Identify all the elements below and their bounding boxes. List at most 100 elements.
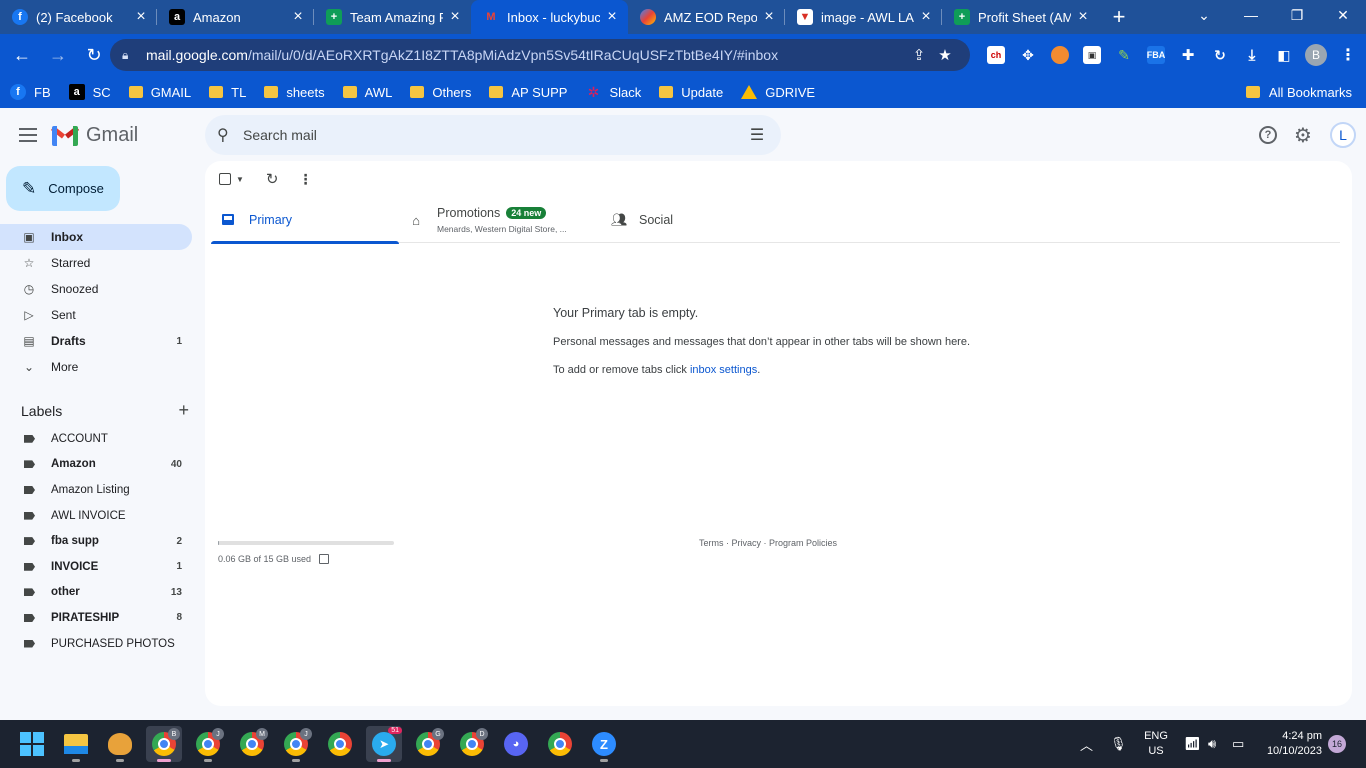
url-text[interactable]: mail.google.com/mail/u/0/d/AEoRXRTgAkZ1I… xyxy=(146,47,906,63)
label-item-purchased-photos[interactable]: PURCHASED PHOTOS xyxy=(0,631,192,657)
telegram-app[interactable]: ➤ 51 xyxy=(366,726,402,762)
bookmark-fb[interactable]: f FB xyxy=(10,84,51,100)
notification-count-badge[interactable]: 16 xyxy=(1328,735,1346,753)
close-window-button[interactable]: ✕ xyxy=(1320,0,1366,30)
label-item-other[interactable]: other 13 xyxy=(0,580,192,606)
reload-icon[interactable]: ↻ xyxy=(78,39,110,71)
nav-item-drafts[interactable]: ▤ Drafts 1 xyxy=(0,328,192,354)
label-item-invoice[interactable]: INVOICE 1 xyxy=(0,554,192,580)
discord-app[interactable]: ◕ xyxy=(498,726,534,762)
nav-item-snoozed[interactable]: ◷ Snoozed xyxy=(0,276,192,302)
compose-button[interactable]: ✎ Compose xyxy=(6,166,120,211)
close-icon[interactable]: × xyxy=(918,8,934,26)
all-bookmarks[interactable]: All Bookmarks xyxy=(1245,76,1352,108)
label-item-amazon-listing[interactable]: Amazon Listing xyxy=(0,477,192,503)
bookmark-slack[interactable]: ✲ Slack xyxy=(585,84,642,100)
download-icon[interactable]: ⤓ xyxy=(1236,39,1268,71)
profile-avatar[interactable]: B xyxy=(1300,39,1332,71)
tab-promotions[interactable]: ⌂ Promotions 24 new Menards, Western Dig… xyxy=(399,197,601,243)
microphone-icon[interactable]: 🎙︎ xyxy=(1110,720,1127,768)
bookmark-folder-sheets[interactable]: sheets xyxy=(264,85,325,100)
back-arrow-icon[interactable]: ← xyxy=(6,39,38,71)
file-explorer-app[interactable] xyxy=(58,726,94,762)
select-all-checkbox[interactable] xyxy=(219,173,231,185)
refresh-icon[interactable]: ↻ xyxy=(266,170,279,188)
privacy-link[interactable]: Privacy xyxy=(732,538,762,548)
search-icon[interactable]: ⚲ xyxy=(217,125,241,145)
chrome-app-2[interactable] xyxy=(542,726,578,762)
terms-link[interactable]: Terms xyxy=(699,538,724,548)
browser-tab-amz-eod[interactable]: AMZ EOD Repor × xyxy=(628,0,785,34)
bookmark-folder-gmail[interactable]: GMAIL xyxy=(128,85,191,100)
nav-item-more[interactable]: ⌄ More xyxy=(0,354,192,380)
tab-social[interactable]: 👥︎ Social xyxy=(601,197,789,243)
zoom-app[interactable]: Z xyxy=(586,726,622,762)
chrome-profile-j2-app[interactable]: J xyxy=(278,726,314,762)
account-avatar[interactable]: L xyxy=(1330,122,1356,148)
close-icon[interactable]: × xyxy=(1075,8,1091,26)
browser-tab-gmail-inbox[interactable]: M Inbox - luckybuc × xyxy=(471,0,628,34)
browser-tab-profit-sheet[interactable]: + Profit Sheet (AM × xyxy=(942,0,1099,34)
input-language[interactable]: ENG US xyxy=(1136,729,1176,759)
help-icon[interactable]: ? xyxy=(1256,123,1280,147)
tray-overflow-chevron-icon[interactable]: ︿ xyxy=(1080,720,1093,768)
extension-1-icon[interactable]: ch xyxy=(980,39,1012,71)
add-label-icon[interactable]: + xyxy=(178,400,189,421)
forward-arrow-icon[interactable]: → xyxy=(42,39,74,71)
chrome-profile-m-app[interactable]: M xyxy=(234,726,270,762)
nav-item-starred[interactable]: ☆ Starred xyxy=(0,250,192,276)
start-button[interactable] xyxy=(14,726,50,762)
nav-item-sent[interactable]: ▷ Sent xyxy=(0,302,192,328)
search-input[interactable] xyxy=(243,127,745,143)
chrome-app[interactable] xyxy=(322,726,358,762)
label-item-account[interactable]: ACCOUNT xyxy=(0,426,192,452)
bookmark-folder-awl[interactable]: AWL xyxy=(342,85,392,100)
label-item-fba-supp[interactable]: fba supp 2 xyxy=(0,528,192,554)
restore-button[interactable]: ❐ xyxy=(1274,0,1320,30)
bookmark-folder-others[interactable]: Others xyxy=(410,85,471,100)
browser-tab-amazon[interactable]: a Amazon × xyxy=(157,0,314,34)
close-icon[interactable]: × xyxy=(761,8,777,26)
open-external-icon[interactable] xyxy=(319,554,330,564)
fba-extension-icon[interactable]: FBA xyxy=(1140,39,1172,71)
system-clock[interactable]: 4:24 pm 10/10/2023 xyxy=(1258,729,1322,759)
bookmark-folder-update[interactable]: Update xyxy=(659,85,723,100)
nav-item-inbox[interactable]: ▣ Inbox xyxy=(0,224,192,250)
extension-2-icon[interactable]: ✥ xyxy=(1012,39,1044,71)
battery-icon[interactable]: ▭ xyxy=(1232,720,1244,768)
bookmark-sc[interactable]: a SC xyxy=(68,84,111,100)
chrome-profile-j-app[interactable]: J xyxy=(190,726,226,762)
camera-extension-icon[interactable]: ▣ xyxy=(1076,39,1108,71)
more-options-icon[interactable]: ⋮ xyxy=(299,171,313,188)
minimize-button[interactable]: — xyxy=(1228,0,1274,30)
address-bar[interactable]: 🔒︎ mail.google.com/mail/u/0/d/AEoRXRTgAk… xyxy=(110,39,970,71)
cat-app[interactable] xyxy=(102,726,138,762)
sync-extension-icon[interactable]: ↻ xyxy=(1204,39,1236,71)
close-icon[interactable]: × xyxy=(447,8,463,26)
search-options-icon[interactable]: ☰ xyxy=(745,125,769,145)
eyedropper-extension-icon[interactable]: ✎ xyxy=(1108,39,1140,71)
browser-tab-image[interactable]: ▼ image - AWL LA × xyxy=(785,0,942,34)
browser-tab-team-amazing[interactable]: + Team Amazing P × xyxy=(314,0,471,34)
browser-tab-facebook[interactable]: f (2) Facebook × xyxy=(0,0,157,34)
close-icon[interactable]: × xyxy=(604,8,620,26)
bookmark-folder-tl[interactable]: TL xyxy=(209,85,246,100)
label-item-awl-invoice[interactable]: AWL INVOICE xyxy=(0,503,192,529)
label-item-amazon[interactable]: Amazon 40 xyxy=(0,452,192,478)
close-icon[interactable]: × xyxy=(290,8,306,26)
chrome-profile-g-app[interactable]: G xyxy=(410,726,446,762)
wifi-icon[interactable]: 📶︎ xyxy=(1184,720,1201,768)
main-menu-icon[interactable] xyxy=(16,123,40,147)
label-item-pirateship[interactable]: PIRATESHIP 8 xyxy=(0,605,192,631)
chrome-profile-d-app[interactable]: D xyxy=(454,726,490,762)
extension-3-icon[interactable] xyxy=(1044,39,1076,71)
share-icon[interactable]: ⇪ xyxy=(906,46,932,64)
side-panel-icon[interactable]: ◧ xyxy=(1268,39,1300,71)
chrome-profile-b-app[interactable]: B xyxy=(146,726,182,762)
bookmark-star-icon[interactable]: ★ xyxy=(932,46,958,64)
extensions-puzzle-icon[interactable]: ✚ xyxy=(1172,39,1204,71)
tab-primary[interactable]: Primary xyxy=(211,197,399,244)
close-icon[interactable]: × xyxy=(133,8,149,26)
inbox-settings-link[interactable]: inbox settings xyxy=(690,364,757,376)
new-tab-button[interactable]: + xyxy=(1099,0,1139,34)
